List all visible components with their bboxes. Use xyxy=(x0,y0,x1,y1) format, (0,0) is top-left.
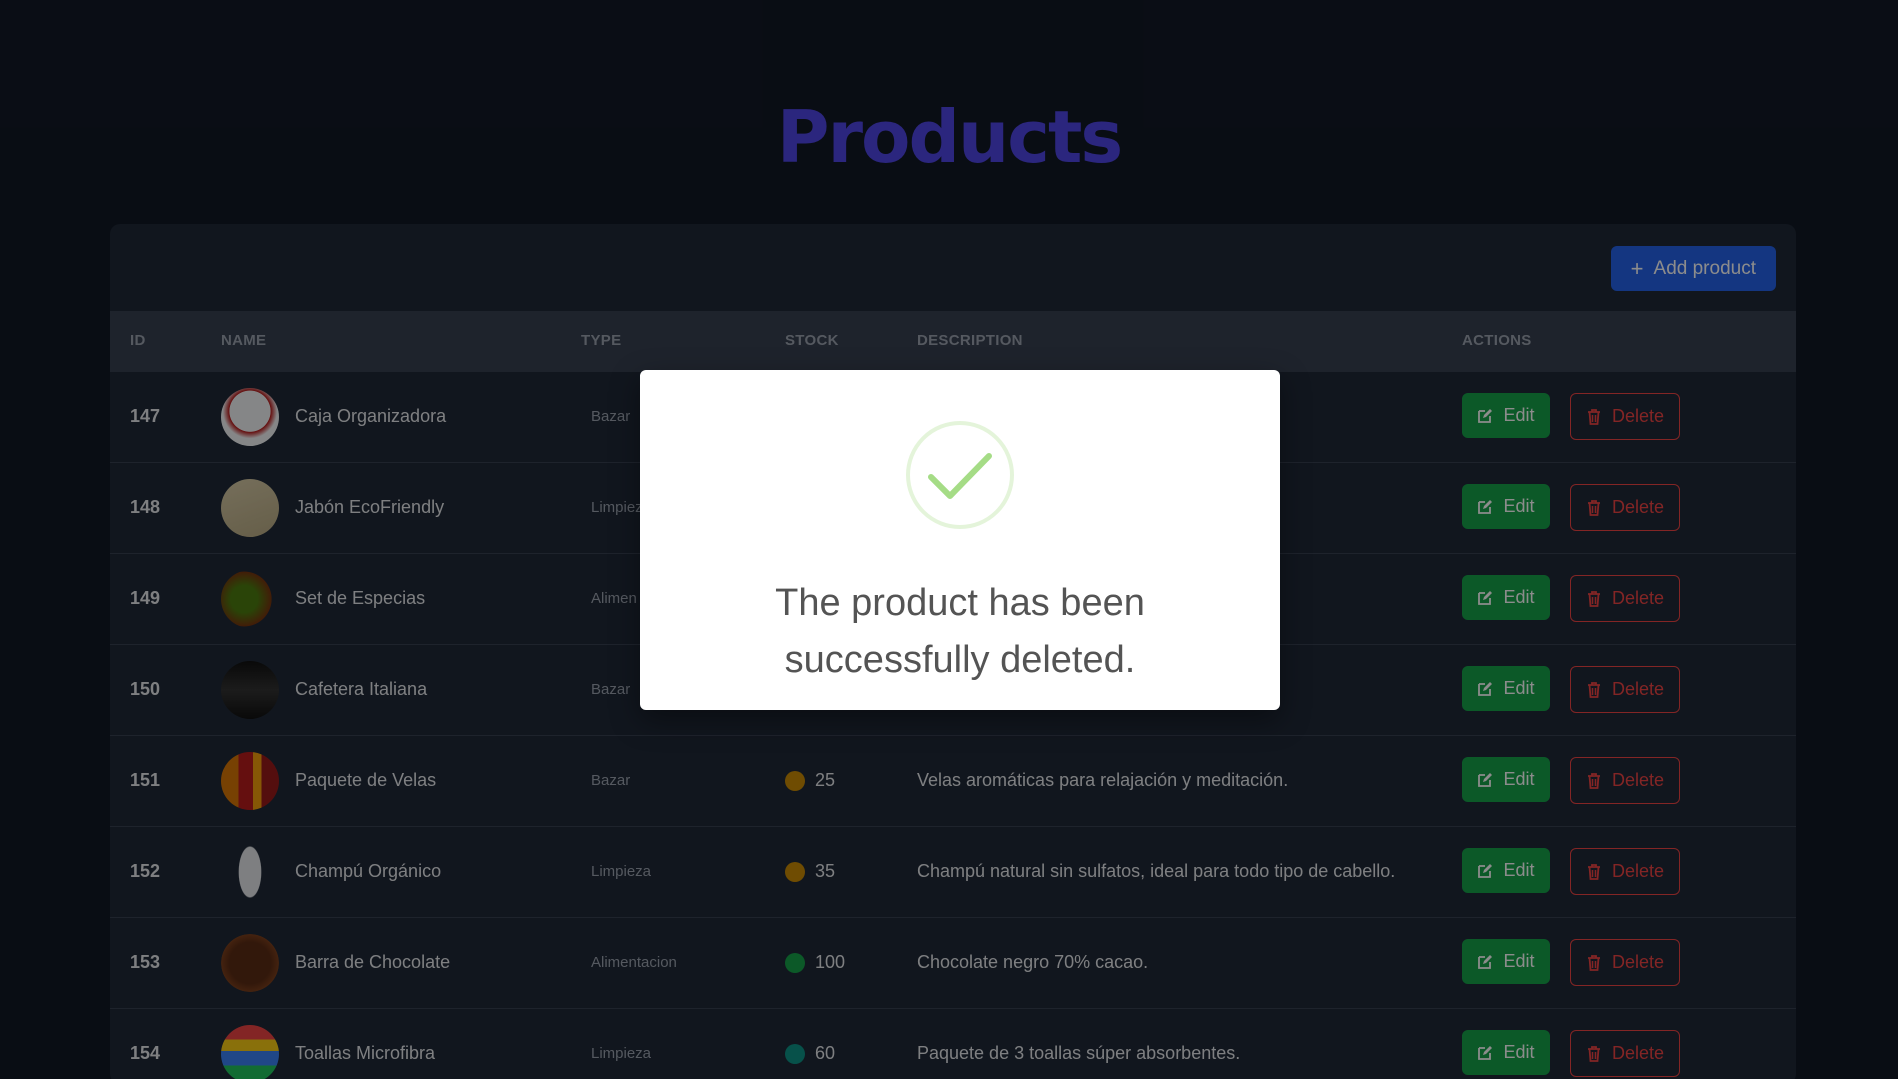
check-circle-icon xyxy=(906,421,1014,529)
success-dialog: The product has been successfully delete… xyxy=(640,370,1280,710)
page: Products + Add product ID NAME TYPE STOC… xyxy=(0,0,1898,1079)
success-message: The product has been successfully delete… xyxy=(775,582,1145,681)
